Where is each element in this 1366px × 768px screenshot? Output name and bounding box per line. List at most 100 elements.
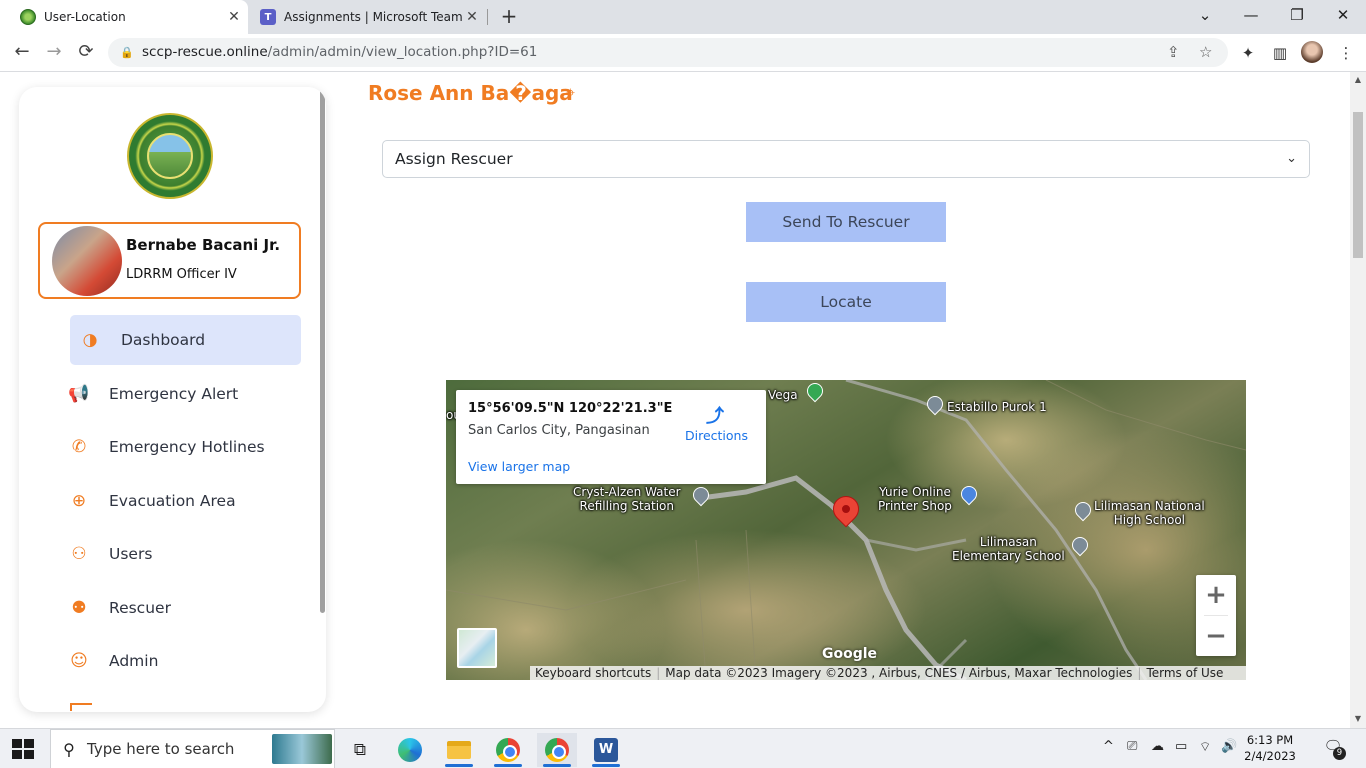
browser-tab-strip: User-Location ✕ T Assignments | Microsof… <box>0 0 1366 34</box>
clock-date: 2/4/2023 <box>1244 749 1296 763</box>
megaphone-icon: 📢 <box>68 384 90 404</box>
first-aid-icon: ⊕ <box>71 491 87 511</box>
sidebar-item-emergency-hotlines[interactable]: ✆ Emergency Hotlines <box>70 422 301 472</box>
map-label-lilimasan-es: Lilimasan Elementary School <box>952 535 1065 563</box>
browser-toolbar: ← → ⟳ 🔒 sccp-rescue.online/admin/admin/v… <box>0 34 1366 72</box>
profile-card[interactable]: Bernabe Bacani Jr. LDRRM Officer IV <box>38 222 301 299</box>
scroll-down-arrow-icon[interactable]: ▼ <box>1350 714 1366 723</box>
system-clock[interactable]: 6:13 PM 2/4/2023 <box>1240 732 1300 764</box>
close-window-button[interactable]: ✕ <box>1320 0 1366 32</box>
map-data-text: Map data ©2023 Imagery ©2023 , Airbus, C… <box>665 666 1133 680</box>
battery-icon[interactable]: ▭ <box>1175 739 1187 754</box>
new-tab-button[interactable]: + <box>498 4 520 30</box>
profile-role: LDRRM Officer IV <box>126 267 237 282</box>
sidebar-item-evacuation-area[interactable]: ⊕ Evacuation Area <box>70 476 301 526</box>
rescuer-icon: ⚉ <box>71 598 87 618</box>
sidebar-item-label: Emergency Alert <box>109 385 239 403</box>
scrollbar-thumb[interactable] <box>1353 112 1363 258</box>
sidebar-item-dashboard[interactable]: ◑ Dashboard <box>70 315 301 365</box>
taskbar-file-explorer[interactable] <box>439 733 479 767</box>
locate-button[interactable]: Locate <box>746 282 946 322</box>
notifications-button[interactable]: 🗨 9 <box>1322 737 1346 760</box>
assign-rescuer-select[interactable]: Assign Rescuer ⌄ <box>382 140 1310 178</box>
taskbar-word[interactable]: W <box>586 733 626 767</box>
terms-of-use-link[interactable]: Terms of Use <box>1141 666 1228 680</box>
side-panel-icon[interactable]: ▥ <box>1268 42 1292 64</box>
users-icon: ⚇ <box>71 544 87 564</box>
embedded-map[interactable]: ou Vega Estabillo Purok 1 Cryst-Alzen Wa… <box>446 380 1246 680</box>
close-tab-icon[interactable]: ✕ <box>224 9 244 25</box>
sidebar-item-admin[interactable]: ☺ Admin <box>70 636 301 686</box>
sidebar-item-label: Users <box>109 545 153 563</box>
meet-now-icon[interactable]: ⎚ <box>1127 739 1137 754</box>
volume-icon[interactable]: 🔊 <box>1221 739 1237 754</box>
sidebar-item-rescuer[interactable]: ⚉ Rescuer <box>70 583 301 633</box>
phone-icon: ✆ <box>71 437 87 457</box>
task-view-button[interactable]: ⧉ <box>340 733 380 767</box>
wifi-icon[interactable]: ⌔ <box>1199 739 1211 755</box>
google-logo: Google <box>822 646 878 662</box>
map-layer-toggle[interactable] <box>457 628 497 668</box>
profile-avatar[interactable] <box>1301 41 1323 63</box>
lock-icon: 🔒 <box>120 46 134 59</box>
word-icon: W <box>594 738 618 762</box>
extensions-puzzle-icon[interactable]: ✦ <box>1236 42 1260 64</box>
sidebar-scrollbar[interactable] <box>320 87 325 613</box>
taskbar-edge[interactable] <box>390 733 430 767</box>
url-path: /admin/admin/view_location.php?ID=61 <box>267 44 538 60</box>
directions-icon[interactable]: ⤴ <box>706 402 724 428</box>
page-title: Rose Ann Ba�aga <box>368 81 573 105</box>
tab-microsoft-teams[interactable]: T Assignments | Microsoft Teams ✕ <box>250 0 486 34</box>
taskbar-search-box[interactable]: ⚲ Type here to search <box>50 729 335 768</box>
sidebar-item-label: Rescuer <box>109 599 171 617</box>
task-view-icon: ⧉ <box>353 740 367 760</box>
map-info-card: 15°56'09.5"N 120°22'21.3"E San Carlos Ci… <box>456 390 766 484</box>
dashboard-icon: ◑ <box>82 330 98 350</box>
windows-taskbar: ⚲ Type here to search ⧉ W ^ ⎚ ☁ ▭ ⌔ 🔊 6:… <box>0 728 1366 768</box>
reload-button[interactable]: ⟳ <box>73 40 99 66</box>
minimize-button[interactable]: — <box>1228 0 1274 32</box>
address-bar[interactable]: 🔒 sccp-rescue.online/admin/admin/view_lo… <box>108 38 1228 67</box>
avatar <box>52 226 122 296</box>
city-seal-logo <box>127 113 213 199</box>
send-to-rescuer-button[interactable]: Send To Rescuer <box>746 202 946 242</box>
page-scrollbar[interactable]: ▲ ▼ <box>1350 72 1366 728</box>
sidebar-item-emergency-alert[interactable]: 📢 Emergency Alert <box>68 369 301 419</box>
taskbar-chrome-profile[interactable] <box>537 733 577 767</box>
place-name: San Carlos City, Pangasinan <box>468 423 650 438</box>
maximize-button[interactable]: ❐ <box>1274 0 1320 32</box>
browser-menu-icon[interactable]: ⋮ <box>1334 42 1358 64</box>
onedrive-cloud-icon[interactable]: ☁ <box>1151 739 1164 754</box>
directions-link[interactable]: Directions <box>685 428 748 443</box>
view-larger-map-link[interactable]: View larger map <box>468 459 570 474</box>
search-placeholder: Type here to search <box>87 740 235 758</box>
map-marker-icon[interactable]: ⌖ <box>566 83 575 103</box>
chevron-down-icon: ⌄ <box>1286 151 1297 166</box>
map-zoom-controls: + − <box>1196 575 1236 656</box>
windows-start-icon[interactable] <box>12 739 34 759</box>
close-tab-icon[interactable]: ✕ <box>462 9 482 25</box>
scroll-up-arrow-icon[interactable]: ▲ <box>1350 75 1366 84</box>
forward-button[interactable]: → <box>41 40 67 66</box>
keyboard-shortcuts-link[interactable]: Keyboard shortcuts <box>530 666 656 680</box>
url-host: sccp-rescue.online <box>142 44 268 60</box>
zoom-out-button[interactable]: − <box>1196 616 1236 656</box>
tab-search-button[interactable]: ⌄ <box>1182 0 1228 32</box>
reports-icon <box>70 703 92 711</box>
zoom-in-button[interactable]: + <box>1196 575 1236 615</box>
clock-time: 6:13 PM <box>1246 733 1294 747</box>
tray-chevron-icon[interactable]: ^ <box>1103 739 1114 754</box>
map-label-cryst-alzen: Cryst-Alzen Water Refilling Station <box>573 485 681 513</box>
bookmark-star-icon[interactable]: ☆ <box>1199 38 1212 67</box>
tab-user-location[interactable]: User-Location ✕ <box>0 0 248 34</box>
sidebar-item-users[interactable]: ⚇ Users <box>70 529 301 579</box>
tab-title: Assignments | Microsoft Teams <box>284 10 462 24</box>
folder-icon <box>447 741 471 759</box>
search-icon: ⚲ <box>63 739 75 759</box>
share-icon[interactable]: ⇪ <box>1167 38 1180 67</box>
teams-favicon-icon: T <box>260 9 276 25</box>
map-attribution-bar: Keyboard shortcuts | Map data ©2023 Imager… <box>530 666 1246 680</box>
back-button[interactable]: ← <box>9 40 35 66</box>
select-value: Assign Rescuer <box>395 150 513 168</box>
taskbar-chrome[interactable] <box>488 733 528 767</box>
